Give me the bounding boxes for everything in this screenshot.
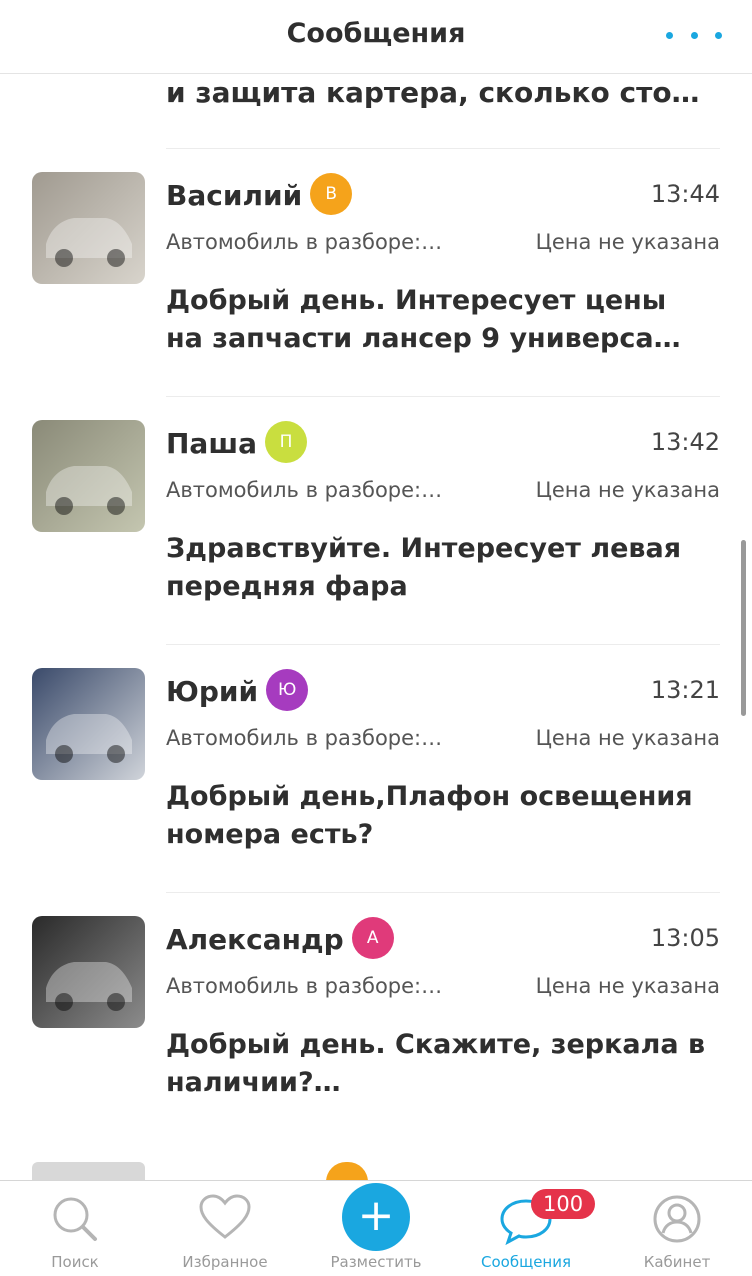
conversation-list: и защита картера, сколько сто… Василий В …: [0, 74, 752, 1180]
tab-label: Кабинет: [643, 1253, 711, 1271]
dot: [690, 31, 698, 39]
divider: [166, 892, 720, 893]
conversation-item[interactable]: Василий В 13:44 Автомобиль в разборе:… Це…: [0, 148, 752, 396]
listing-thumbnail: [32, 668, 145, 780]
conversation-item[interactable]: Юрий Ю 13:21 Автомобиль в разборе:… Цена …: [0, 644, 752, 892]
message-preview: Добрый день. Интересует цены на запчасти…: [166, 285, 681, 354]
message-time: 13:42: [650, 428, 720, 456]
listing-subject: Автомобиль в разборе:…: [166, 230, 443, 254]
message-time: 13:05: [650, 924, 720, 952]
dot: [666, 31, 673, 39]
conversation-item[interactable]: Паша П 13:42 Автомобиль в разборе:… Цена …: [0, 396, 752, 644]
tab-post[interactable]: + Разместить: [301, 1181, 451, 1276]
message-time: 13:44: [650, 180, 720, 208]
listing-price: Цена не указана: [535, 478, 720, 502]
plus-icon: +: [342, 1183, 410, 1251]
tab-label: Разместить: [330, 1253, 422, 1271]
listing-subject: Автомобиль в разборе:…: [166, 478, 443, 502]
car-photo-icon: [46, 466, 132, 515]
dot: [715, 31, 722, 39]
car-photo-icon: [46, 218, 132, 267]
conversation-item[interactable]: Александр А 13:05 Автомобиль в разборе:… …: [0, 892, 752, 1140]
tab-search[interactable]: Поиск: [0, 1181, 150, 1276]
listing-price: Цена не указана: [535, 974, 720, 998]
message-time: 13:21: [650, 676, 720, 704]
tab-favorites[interactable]: Избранное: [150, 1181, 300, 1276]
search-icon: [53, 1197, 97, 1241]
sender-name-text: Александр: [166, 923, 344, 956]
message-preview: Здравствуйте. Интересует левая передняя …: [166, 533, 682, 602]
listing-price: Цена не указана: [535, 726, 720, 750]
car-photo-icon: [46, 962, 132, 1011]
listing-subject: Автомобиль в разборе:…: [166, 726, 443, 750]
sender-initial-badge: Ю: [266, 669, 309, 711]
tab-label: Сообщения: [480, 1253, 571, 1271]
sender-name: Юрий Ю: [166, 669, 309, 714]
divider: [166, 148, 720, 149]
sender-name: Василий В: [166, 173, 353, 218]
divider: [166, 644, 720, 645]
sender-name-text: Василий: [166, 179, 303, 212]
listing-subject: Автомобиль в разборе:…: [166, 974, 443, 998]
scrollbar[interactable]: [741, 540, 746, 716]
message-preview: Добрый день,Плафон освещения номера есть…: [166, 781, 693, 850]
sender-name-text: Паша: [166, 427, 257, 460]
listing-thumbnail: [32, 172, 145, 284]
divider: [166, 396, 720, 397]
page-title: Сообщения: [286, 18, 466, 49]
listing-price: Цена не указана: [535, 230, 720, 254]
sender-name-text: Юрий: [166, 675, 259, 708]
partial-list-item-peek: [32, 1162, 145, 1180]
message-preview: Добрый день. Скажите, зеркала в наличии?…: [166, 1029, 706, 1098]
sender-name: Паша П: [166, 421, 307, 466]
sender-initial-badge: П: [264, 421, 307, 463]
tab-messages[interactable]: 100 Сообщения: [451, 1181, 601, 1276]
car-photo-icon: [46, 714, 132, 763]
bottom-tab-bar: Поиск Избранное + Разместить 100 Сообщен…: [0, 1180, 752, 1276]
tab-label: Избранное: [182, 1253, 268, 1271]
unread-count-badge: 100: [531, 1189, 596, 1219]
app-header: Сообщения: [0, 0, 752, 74]
tab-label: Поиск: [51, 1253, 99, 1271]
sender-name: Александр А: [166, 917, 394, 962]
more-dots-icon[interactable]: [666, 20, 722, 50]
partial-message-preview[interactable]: и защита картера, сколько сто…: [166, 76, 700, 109]
tab-cabinet[interactable]: Кабинет: [602, 1181, 752, 1276]
user-icon: [653, 1195, 701, 1243]
listing-thumbnail: [32, 916, 145, 1028]
partial-badge-peek: [326, 1162, 368, 1180]
heart-icon: [199, 1194, 251, 1239]
sender-initial-badge: В: [310, 173, 353, 215]
sender-initial-badge: А: [351, 917, 394, 959]
listing-thumbnail: [32, 420, 145, 532]
